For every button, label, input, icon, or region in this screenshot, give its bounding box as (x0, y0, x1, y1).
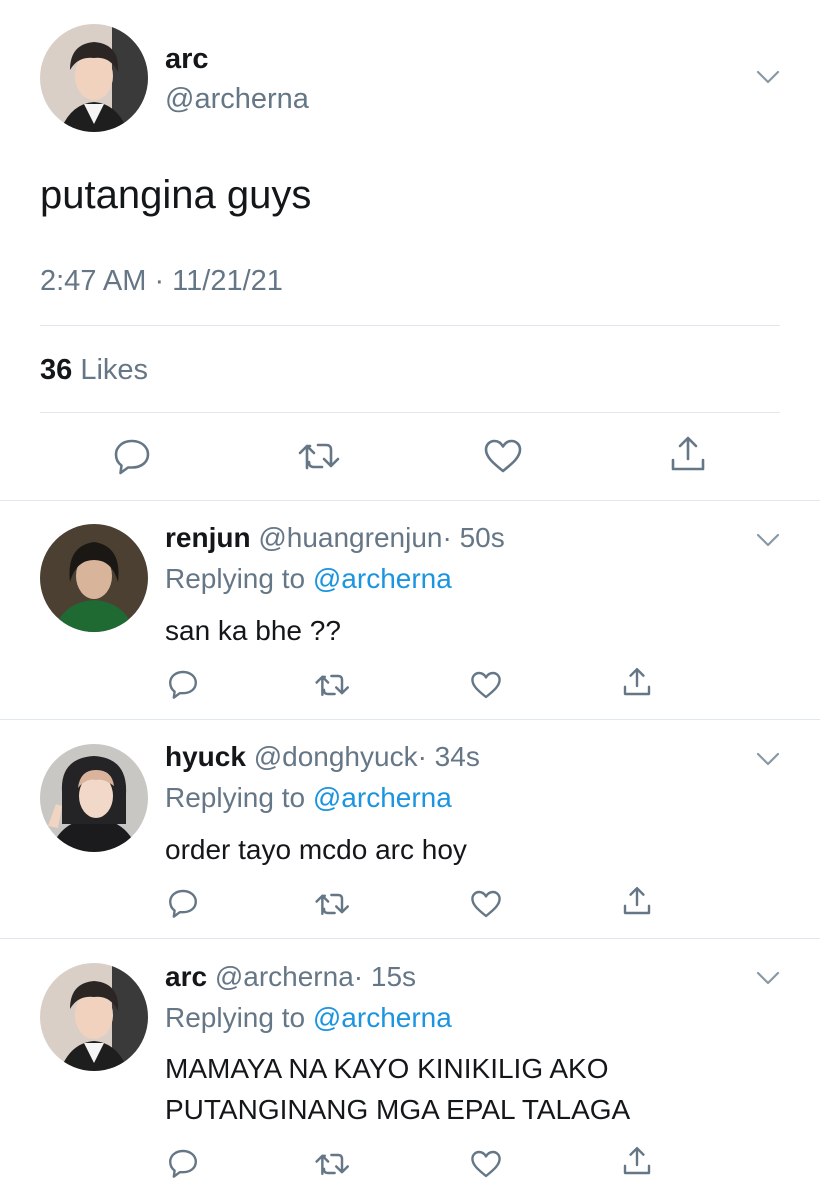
share-icon[interactable] (668, 434, 708, 474)
reply-text-line-1: MAMAYA NA KAYO KINIKILIG AKO (165, 1053, 609, 1084)
likes-label: Likes (80, 354, 149, 386)
replying-label: Replying to (165, 782, 306, 813)
divider (0, 938, 820, 939)
avatar[interactable] (40, 963, 148, 1071)
chevron-down-icon[interactable] (756, 752, 780, 766)
author-handle[interactable]: @archerna (165, 82, 309, 116)
author-name[interactable]: arc (165, 961, 207, 992)
reply-header: renjun @huangrenjun· 50s (165, 522, 505, 554)
tweet-age[interactable]: · 15s (354, 961, 416, 992)
reply-header: arc @archerna· 15s (165, 961, 416, 993)
reply-text: order tayo mcdo arc hoy (165, 834, 467, 865)
retweet-icon[interactable] (315, 670, 351, 700)
author-name[interactable]: renjun (165, 522, 251, 553)
chevron-down-icon[interactable] (756, 971, 780, 985)
avatar[interactable] (40, 24, 148, 132)
tweet-age[interactable]: · 34s (418, 741, 480, 772)
chevron-down-icon[interactable] (756, 70, 780, 84)
author-name[interactable]: hyuck (165, 741, 246, 772)
retweet-icon[interactable] (315, 889, 351, 919)
tweet-text: putangina guys (40, 173, 312, 217)
heart-icon[interactable] (483, 438, 523, 474)
reply-icon[interactable] (112, 436, 152, 476)
reply-icon[interactable] (167, 1147, 199, 1179)
likes-stat[interactable]: 36 Likes (40, 353, 148, 387)
heart-icon[interactable] (470, 670, 502, 700)
retweet-icon[interactable] (315, 1149, 351, 1179)
author-name[interactable]: arc (165, 42, 209, 76)
divider (0, 500, 820, 501)
avatar[interactable] (40, 744, 148, 852)
reply-icon[interactable] (167, 887, 199, 919)
reply-text: san ka bhe ?? (165, 615, 341, 646)
replying-to: Replying to @archerna (165, 1002, 452, 1034)
heart-icon[interactable] (470, 1149, 502, 1179)
divider (0, 719, 820, 720)
reply-text-line-2: PUTANGINANG MGA EPAL TALAGA (165, 1094, 631, 1125)
author-handle[interactable]: @huangrenjun (258, 522, 442, 553)
chevron-down-icon[interactable] (756, 533, 780, 547)
divider (40, 325, 780, 326)
author-handle[interactable]: @archerna (215, 961, 354, 992)
replying-label: Replying to (165, 563, 306, 594)
replying-handle[interactable]: @archerna (313, 563, 452, 594)
replying-label: Replying to (165, 1002, 306, 1033)
avatar[interactable] (40, 524, 148, 632)
share-icon[interactable] (621, 885, 653, 917)
retweet-icon[interactable] (298, 438, 342, 474)
likes-count: 36 (40, 354, 73, 386)
reply-header: hyuck @donghyuck· 34s (165, 741, 480, 773)
heart-icon[interactable] (470, 889, 502, 919)
divider (40, 412, 780, 413)
replying-handle[interactable]: @archerna (313, 1002, 452, 1033)
tweet-age[interactable]: · 50s (442, 522, 504, 553)
share-icon[interactable] (621, 1145, 653, 1177)
tweet-timestamp[interactable]: 2:47 AM · 11/21/21 (40, 264, 283, 298)
share-icon[interactable] (621, 666, 653, 698)
replying-to: Replying to @archerna (165, 563, 452, 595)
replying-handle[interactable]: @archerna (313, 782, 452, 813)
reply-icon[interactable] (167, 668, 199, 700)
author-handle[interactable]: @donghyuck (254, 741, 418, 772)
replying-to: Replying to @archerna (165, 782, 452, 814)
